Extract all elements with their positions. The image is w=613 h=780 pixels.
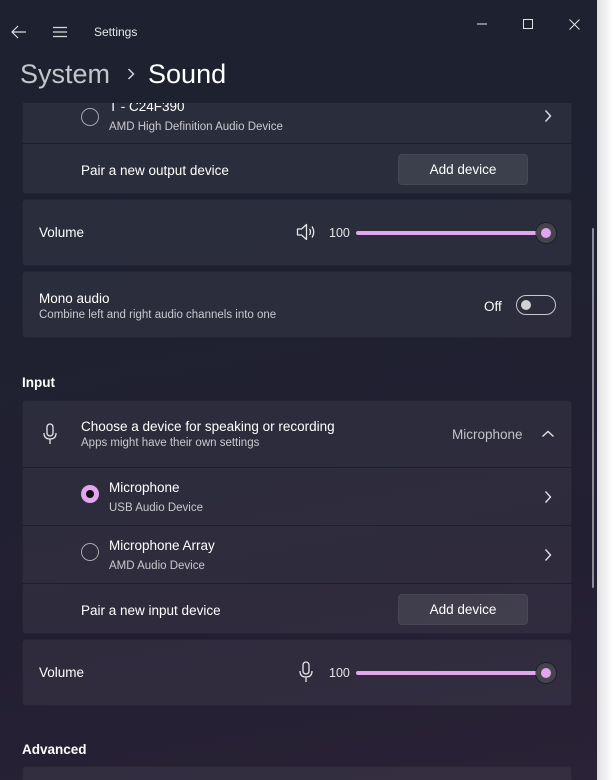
window-shadow (597, 0, 613, 780)
input-section-title: Input (22, 375, 55, 390)
mono-audio-subtitle: Combine left and right audio channels in… (39, 309, 277, 321)
hamburger-menu-icon[interactable] (50, 22, 70, 42)
input-device-name: Microphone (109, 480, 180, 495)
microphone-icon (43, 423, 57, 444)
app-title: Settings (94, 25, 138, 39)
close-icon[interactable] (551, 10, 597, 38)
pair-input-label: Pair a new input device (81, 603, 221, 618)
input-chooser-title: Choose a device for speaking or recordin… (81, 419, 335, 434)
input-device-row[interactable]: Microphone Array AMD Audio Device (22, 525, 572, 584)
maximize-icon[interactable] (505, 10, 551, 38)
input-volume-value: 100 (329, 666, 350, 680)
output-device-radio[interactable] (81, 108, 99, 126)
speaker-icon[interactable] (296, 223, 318, 241)
input-chooser-value: Microphone (452, 427, 523, 442)
input-volume-card: Volume 100 (22, 639, 572, 706)
chevron-right-icon (544, 110, 552, 122)
settings-content[interactable]: T - C24F390 AMD High Definition Audio De… (0, 103, 597, 780)
input-volume-slider-thumb[interactable] (536, 663, 556, 683)
add-output-device-button[interactable]: Add device (398, 154, 528, 185)
pair-input-row: Pair a new input device Add device (22, 583, 572, 635)
output-volume-slider-track[interactable] (356, 231, 546, 235)
breadcrumb-system[interactable]: System (20, 59, 110, 90)
settings-window: Settings System Sound T - C24F390 AMD Hi… (0, 0, 597, 780)
advanced-card (22, 766, 572, 780)
mono-audio-toggle[interactable] (516, 295, 556, 315)
microphone-icon[interactable] (298, 661, 314, 683)
chevron-up-icon[interactable] (541, 427, 555, 441)
output-volume-label: Volume (39, 225, 85, 240)
output-device-subtitle: AMD High Definition Audio Device (109, 121, 283, 133)
output-device-row[interactable]: T - C24F390 AMD High Definition Audio De… (22, 103, 572, 143)
output-device-name: T - C24F390 (109, 103, 185, 114)
mono-audio-title: Mono audio (39, 291, 110, 306)
pair-output-label: Pair a new output device (81, 163, 229, 178)
input-device-name: Microphone Array (109, 538, 215, 553)
breadcrumb: System Sound (20, 54, 226, 94)
chevron-right-icon (544, 549, 552, 561)
input-device-radio-microphone[interactable] (81, 485, 99, 503)
input-device-subtitle: AMD Audio Device (109, 560, 205, 572)
chevron-right-icon (544, 491, 552, 503)
mono-audio-card: Mono audio Combine left and right audio … (22, 271, 572, 338)
input-device-radio-microphone-array[interactable] (81, 543, 99, 561)
pair-output-row: Pair a new output device Add device (22, 143, 572, 195)
output-volume-card: Volume 100 (22, 199, 572, 266)
input-device-subtitle: USB Audio Device (109, 502, 203, 514)
page-title: Sound (148, 58, 227, 89)
output-volume-slider-thumb[interactable] (536, 223, 556, 243)
title-bar: Settings (0, 0, 597, 50)
input-devices-card: Choose a device for speaking or recordin… (22, 400, 572, 634)
advanced-section-title: Advanced (22, 742, 87, 757)
mono-audio-state: Off (484, 299, 502, 314)
input-volume-label: Volume (39, 665, 85, 680)
breadcrumb-separator-icon (127, 68, 135, 80)
output-volume-value: 100 (329, 226, 350, 240)
scrollbar[interactable] (592, 228, 594, 588)
input-chooser-row[interactable]: Choose a device for speaking or recordin… (22, 400, 572, 467)
back-arrow-icon[interactable] (8, 22, 30, 42)
input-device-row[interactable]: Microphone USB Audio Device (22, 467, 572, 526)
input-volume-slider-track[interactable] (356, 671, 546, 675)
output-devices-card: T - C24F390 AMD High Definition Audio De… (22, 103, 572, 194)
minimize-icon[interactable] (459, 10, 505, 38)
add-input-device-button[interactable]: Add device (398, 594, 528, 625)
input-chooser-subtitle: Apps might have their own settings (81, 437, 260, 449)
